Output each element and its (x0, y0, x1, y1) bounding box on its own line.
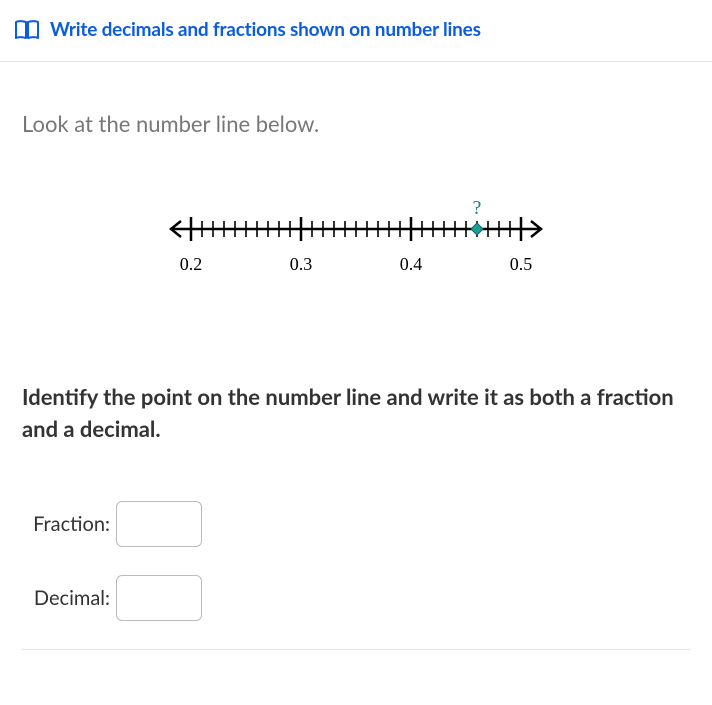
instruction-text: Look at the number line below. (22, 110, 690, 137)
divider (22, 649, 690, 650)
tick-label: 0.3 (290, 254, 313, 275)
decimal-label: Decimal: (22, 586, 110, 610)
fraction-label: Fraction: (22, 512, 110, 536)
page-title: Write decimals and fractions shown on nu… (50, 18, 481, 41)
tick-label: 0.4 (400, 254, 423, 275)
book-icon (14, 19, 40, 41)
point-marker-label: ? (473, 197, 482, 220)
decimal-input[interactable] (116, 575, 202, 621)
tick-label: 0.5 (510, 254, 533, 275)
fraction-row: Fraction: (22, 501, 690, 547)
number-line: ? 0.2 0.3 0.4 0.5 (161, 209, 551, 289)
page-header: Write decimals and fractions shown on nu… (0, 0, 712, 62)
question-text: Identify the point on the number line an… (22, 381, 690, 445)
decimal-row: Decimal: (22, 575, 690, 621)
fraction-input[interactable] (116, 501, 202, 547)
tick-label: 0.2 (180, 254, 203, 275)
